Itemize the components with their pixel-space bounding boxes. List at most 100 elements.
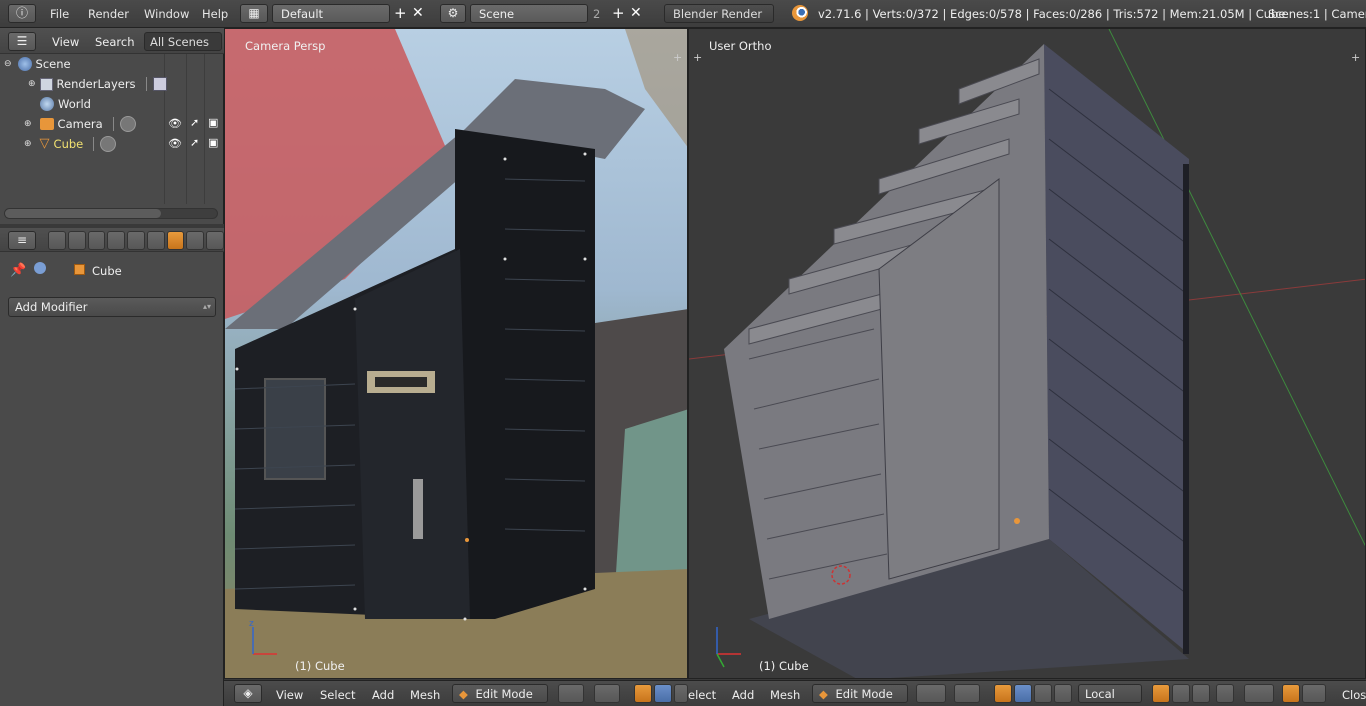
expand-icon[interactable]: ⊕ (28, 79, 36, 89)
manipulator-icon[interactable] (634, 684, 652, 703)
eye-icon[interactable]: 👁 (168, 137, 182, 150)
right-3d-view-header: elect Add Mesh ◆ Edit Mode Local Close (688, 680, 1366, 706)
outliner-item-world[interactable]: World (40, 94, 91, 114)
render-engine-select[interactable]: Blender Render (664, 4, 774, 23)
renderlayer-icon (152, 77, 167, 91)
close-screen-icon[interactable]: ✕ (412, 5, 424, 21)
mesh-data-icon (100, 136, 117, 152)
add-modifier-label: Add Modifier (15, 300, 88, 314)
screen-layout-field[interactable]: Default (272, 4, 390, 23)
outliner-editor-icon[interactable]: ☰ (8, 32, 36, 51)
snap-element-icon[interactable] (1302, 684, 1326, 703)
cursor-icon[interactable]: ➚ (190, 116, 199, 129)
render-context-icon[interactable] (48, 231, 66, 250)
scene-field[interactable]: Scene (470, 4, 588, 23)
render-icon[interactable]: ▣ (208, 116, 218, 129)
outliner-item-renderlayers[interactable]: ⊕ RenderLayers (28, 74, 167, 94)
snap-toggle-icon[interactable] (1282, 684, 1300, 703)
translate-icon[interactable] (654, 684, 672, 703)
info-editor-icon[interactable]: ⓘ (8, 4, 36, 23)
scene-icon[interactable]: ⚙ (440, 4, 466, 23)
add-screen-icon[interactable]: + (394, 5, 407, 21)
active-object-label: (1) Cube (759, 659, 809, 673)
outliner-tab-search[interactable]: Search (95, 35, 135, 49)
outliner-item-label: Scene (35, 57, 71, 71)
viewport-shading-icon[interactable] (916, 684, 946, 703)
scene-statistics: v2.71.6 | Verts:0/372 | Edges:0/578 | Fa… (818, 7, 1286, 21)
mesh-object-icon: ▽ (39, 136, 50, 151)
menu-add[interactable]: Add (732, 688, 754, 702)
pivot-point-icon[interactable] (594, 684, 620, 703)
outliner-tree: ⊖ Scene ⊕ RenderLayers World ⊕ Camera ⊕ … (0, 54, 224, 204)
expand-icon[interactable]: ⊕ (24, 119, 32, 129)
menu-select[interactable]: Select (320, 688, 355, 702)
menu-help[interactable]: Help (202, 7, 228, 21)
occlude-geometry-icon[interactable] (1216, 684, 1234, 703)
outliner-tab-view[interactable]: View (52, 35, 79, 49)
menu-render[interactable]: Render (88, 7, 129, 21)
viewport-shading-icon[interactable] (558, 684, 584, 703)
cursor-icon[interactable]: ➚ (190, 136, 199, 149)
screen-layout-icon[interactable]: ▦ (240, 4, 268, 23)
object-context-icon[interactable] (127, 231, 145, 250)
viewport-plus-icon[interactable]: + (1351, 51, 1360, 64)
renderlayers-context-icon[interactable] (67, 231, 86, 250)
scale-icon[interactable] (1054, 684, 1072, 703)
transform-orientation-select[interactable]: Local (1078, 684, 1142, 703)
world-context-icon[interactable] (107, 231, 126, 250)
layer-1-button[interactable] (1152, 684, 1170, 703)
outliner-item-scene[interactable]: ⊖ Scene (4, 54, 71, 74)
camera-icon (39, 118, 54, 130)
camera-viewport[interactable]: Camera Persp (1) Cube z + (224, 28, 688, 679)
object-name-label: Cube (92, 264, 122, 278)
translate-icon[interactable] (1014, 684, 1032, 703)
menu-mesh[interactable]: Mesh (410, 688, 440, 702)
expand-icon[interactable]: ⊕ (24, 139, 32, 149)
properties-panel: ≡ 📌 Cube Add Modifier ▴▾ (0, 228, 225, 706)
outliner-item-label: Camera (57, 117, 103, 131)
menu-window[interactable]: Window (144, 7, 189, 21)
viewport-plus-icon[interactable]: + (673, 51, 682, 64)
manipulator-icon[interactable] (994, 684, 1012, 703)
add-scene-icon[interactable]: + (612, 5, 625, 21)
pin-icon[interactable]: 📌 (10, 263, 26, 278)
rotate-icon[interactable] (674, 684, 688, 703)
mode-select[interactable]: ◆ Edit Mode (452, 684, 548, 703)
active-object-label: (1) Cube (295, 659, 345, 673)
user-ortho-viewport[interactable]: User Ortho (1) Cube + + (688, 28, 1366, 679)
outliner-item-camera[interactable]: ⊕ Camera (24, 114, 136, 134)
cube-object-icon (74, 264, 85, 275)
viewport-plus-icon[interactable]: + (693, 51, 702, 64)
menu-mesh[interactable]: Mesh (770, 688, 800, 702)
outliner-item-cube[interactable]: ⊕ ▽ Cube (24, 134, 117, 154)
close-button[interactable]: Close (1342, 688, 1366, 702)
properties-context-tabs (48, 231, 225, 250)
mode-select[interactable]: ◆ Edit Mode (812, 684, 908, 703)
3d-view-editor-icon[interactable]: ◈ (234, 684, 262, 703)
modifiers-context-icon[interactable] (166, 231, 185, 250)
pivot-point-icon[interactable] (954, 684, 980, 703)
render-icon[interactable]: ▣ (208, 136, 218, 149)
rotate-icon[interactable] (1034, 684, 1052, 703)
layer-2-button[interactable] (1172, 684, 1190, 703)
constraints-context-icon[interactable] (146, 231, 165, 250)
proportional-edit-icon[interactable] (1244, 684, 1274, 703)
properties-editor-icon[interactable]: ≡ (8, 231, 36, 250)
add-modifier-dropdown[interactable]: Add Modifier ▴▾ (8, 297, 216, 317)
material-context-icon[interactable] (206, 231, 225, 250)
collapse-icon[interactable]: ⊖ (4, 59, 12, 69)
eye-icon[interactable]: 👁 (168, 117, 182, 130)
outliner-scrollbar[interactable] (4, 208, 218, 219)
menu-select[interactable]: elect (688, 688, 716, 702)
close-scene-icon[interactable]: ✕ (630, 5, 642, 21)
menu-view[interactable]: View (276, 688, 303, 702)
outliner-item-label: RenderLayers (56, 77, 136, 91)
scrollbar-thumb[interactable] (5, 209, 161, 218)
edit-mode-icon: ◆ (459, 687, 468, 701)
outliner-display-select[interactable]: All Scenes (144, 32, 222, 51)
layer-3-button[interactable] (1192, 684, 1210, 703)
data-context-icon[interactable] (186, 231, 205, 250)
scene-context-icon[interactable] (87, 231, 106, 250)
menu-add[interactable]: Add (372, 688, 394, 702)
menu-file[interactable]: File (50, 7, 69, 21)
